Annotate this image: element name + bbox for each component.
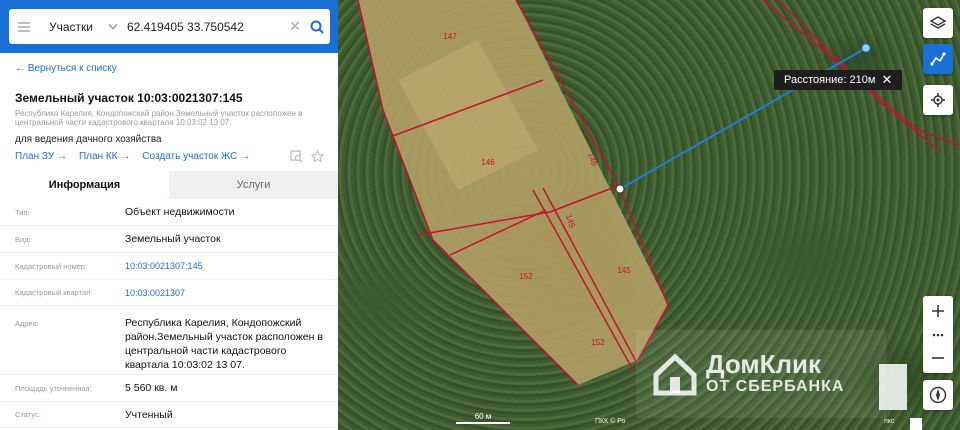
watermark: ДомКлик ОТ СБЕРБАНКА bbox=[636, 330, 886, 418]
info-panel: Участки ✕ ← Вернуться к списку Земельный… bbox=[0, 0, 338, 430]
clear-icon[interactable]: ✕ bbox=[286, 18, 304, 35]
plan-kk-link[interactable]: План КК → bbox=[79, 151, 130, 162]
zoom-to-object-icon[interactable] bbox=[290, 150, 303, 163]
info-row-key: Статус: bbox=[15, 410, 41, 419]
type-select-value: Участки bbox=[49, 19, 93, 34]
type-select[interactable]: Участки bbox=[39, 20, 123, 34]
copyright-text: ПКК © Ро bbox=[595, 418, 626, 425]
cadastral-quarter-link[interactable]: 10:03:0021307 bbox=[125, 286, 338, 300]
search-input[interactable] bbox=[123, 11, 286, 42]
info-row-key: Тип: bbox=[15, 207, 30, 217]
distance-tooltip: Расстояние: 210м ✕ bbox=[774, 70, 903, 90]
search-bar: Участки ✕ bbox=[0, 0, 338, 53]
chevron-down-icon bbox=[109, 24, 117, 29]
zoom-in-button[interactable] bbox=[923, 296, 953, 326]
info-row-key: Кадастровый квартал: bbox=[15, 288, 93, 297]
measure-end-point bbox=[861, 43, 871, 53]
scale-bar: 60 м bbox=[456, 412, 510, 424]
tab-information[interactable]: Информация bbox=[0, 171, 169, 199]
parcel-label: 152 bbox=[591, 338, 605, 347]
create-plot-link[interactable]: Создать участок ЖС → bbox=[142, 151, 250, 162]
info-row-key: Кадастровый номер: bbox=[15, 261, 88, 271]
info-table: Тип: Объект недвижимости Вид: Земельный … bbox=[0, 199, 338, 428]
object-address: Республика Карелия, Кондопожский район.З… bbox=[15, 109, 303, 127]
object-actions bbox=[290, 150, 324, 163]
bottom-text: пкс bbox=[884, 418, 895, 425]
measure-start-point bbox=[615, 184, 625, 194]
parcel-label: 147 bbox=[443, 32, 457, 41]
plan-zu-link[interactable]: План ЗУ → bbox=[15, 151, 67, 162]
watermark-line-2: ОТ СБЕРБАНКА bbox=[706, 378, 845, 395]
ruler-icon bbox=[930, 52, 946, 66]
info-row-key: Площадь уточненная: bbox=[15, 383, 92, 393]
info-row: Вид: Земельный участок bbox=[0, 226, 338, 253]
info-row: Кадастровый номер: 10:03:0021307:145 bbox=[0, 253, 338, 280]
minimap[interactable] bbox=[879, 364, 907, 410]
zoom-out-button[interactable] bbox=[923, 343, 953, 373]
action-links: План ЗУ → План КК → Создать участок ЖС → bbox=[15, 151, 250, 162]
info-row-value: Республика Карелия, Кондопожский район.З… bbox=[125, 317, 323, 371]
hamburger-icon bbox=[18, 21, 30, 32]
info-row-value: Объект недвижимости bbox=[125, 206, 235, 218]
parcel-label: 146 bbox=[481, 158, 495, 167]
watermark-line-1: ДомКлик bbox=[706, 349, 821, 379]
minus-icon bbox=[932, 357, 944, 359]
menu-button[interactable] bbox=[9, 21, 39, 32]
close-icon[interactable]: ✕ bbox=[881, 70, 892, 90]
search-icon bbox=[310, 20, 324, 34]
object-usage: для ведения дачного хозяйства bbox=[15, 134, 162, 145]
star-icon[interactable] bbox=[311, 150, 324, 163]
cadastral-number-link[interactable]: 10:03:0021307:145 bbox=[125, 259, 338, 273]
info-row: Тип: Объект недвижимости bbox=[0, 199, 338, 226]
back-to-list-link[interactable]: ← Вернуться к списку bbox=[15, 63, 117, 74]
info-row: Кадастровый квартал: 10:03:0021307 bbox=[0, 280, 338, 306]
parcel-label: 145 bbox=[617, 266, 631, 275]
measure-distance-button[interactable] bbox=[923, 44, 953, 74]
search-button[interactable] bbox=[304, 20, 330, 34]
crosshair-icon bbox=[931, 93, 945, 107]
info-row: Площадь уточненная: 5 560 кв. м bbox=[0, 375, 338, 402]
layers-icon bbox=[930, 16, 946, 29]
compass-button[interactable] bbox=[923, 380, 953, 410]
info-row-value: 5 560 кв. м bbox=[125, 382, 178, 394]
info-row: Статус: Учтенный bbox=[0, 402, 338, 428]
layers-button[interactable] bbox=[923, 8, 953, 38]
locate-button[interactable] bbox=[923, 85, 953, 115]
plus-icon bbox=[932, 305, 944, 317]
info-row-value: Учтенный bbox=[125, 408, 173, 421]
dots-icon bbox=[932, 333, 944, 337]
tab-services[interactable]: Услуги bbox=[169, 171, 338, 199]
info-row-key: Вид: bbox=[15, 234, 31, 244]
info-row-key: Адрес: bbox=[15, 319, 39, 328]
object-title: Земельный участок 10:03:0021307:145 bbox=[15, 91, 243, 105]
tab-bar: Информация Услуги bbox=[0, 171, 338, 199]
parcel-label: 152 bbox=[519, 272, 533, 281]
distance-label: Расстояние: 210м bbox=[784, 74, 876, 86]
map-corner-square bbox=[910, 418, 922, 430]
info-row-value: Земельный участок bbox=[125, 233, 221, 245]
info-row: Адрес: Республика Карелия, Кондопожский … bbox=[0, 306, 338, 375]
map-view[interactable]: 147 146 148 145 152 145 152 Расстояние: … bbox=[338, 0, 960, 430]
compass-icon bbox=[929, 386, 947, 404]
search-box: Участки ✕ bbox=[9, 9, 330, 44]
domclick-logo-icon bbox=[653, 353, 697, 396]
